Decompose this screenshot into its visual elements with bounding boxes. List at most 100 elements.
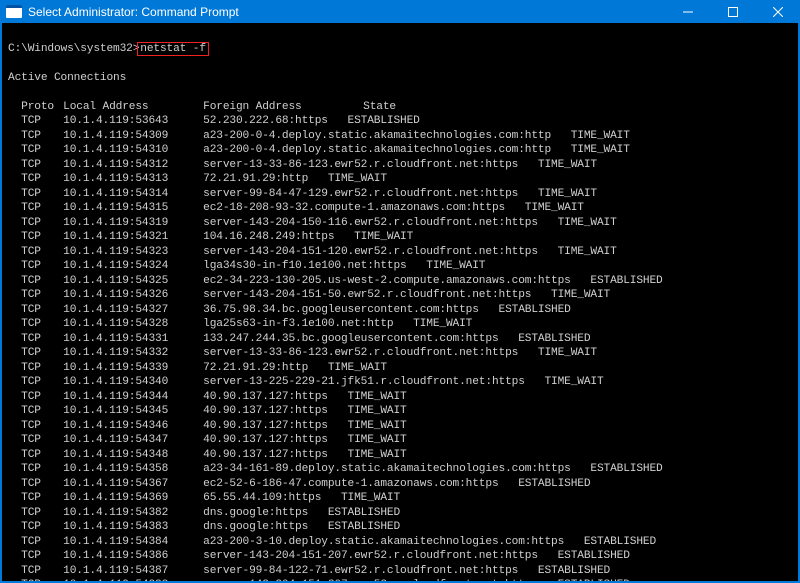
cell-local: 10.1.4.119:54327: [63, 303, 203, 318]
cell-proto: TCP: [21, 520, 63, 535]
prompt: C:\Windows\system32>: [8, 43, 139, 55]
cell-foreign-state: 40.90.137.127:https TIME_WAIT: [203, 448, 406, 463]
cell-local: 10.1.4.119:54344: [63, 390, 203, 405]
cell-local: 10.1.4.119:54319: [63, 216, 203, 231]
cell-foreign-state: server-143-204-151-50.ewr52.r.cloudfront…: [203, 288, 610, 303]
cell-proto: TCP: [21, 114, 63, 129]
connection-row: TCP10.1.4.119:54328lga25s63-in-f3.1e100.…: [8, 317, 792, 332]
cell-foreign-state: 72.21.91.29:http TIME_WAIT: [203, 172, 387, 187]
cell-proto: TCP: [21, 433, 63, 448]
terminal-line: Active Connections: [8, 71, 792, 86]
connection-row: TCP10.1.4.119:54388server-143-204-151-20…: [8, 578, 792, 583]
cell-foreign-state: 40.90.137.127:https TIME_WAIT: [203, 419, 406, 434]
cell-local: 10.1.4.119:54369: [63, 491, 203, 506]
cell-local: 10.1.4.119:54384: [63, 535, 203, 550]
cell-local: 10.1.4.119:54315: [63, 201, 203, 216]
connection-row: TCP10.1.4.119:54319server-143-204-150-11…: [8, 216, 792, 231]
connection-row: TCP10.1.4.119:54358a23-34-161-89.deploy.…: [8, 462, 792, 477]
cell-foreign-state: 104.16.248.249:https TIME_WAIT: [203, 230, 413, 245]
terminal-output[interactable]: C:\Windows\system32>netstat -f Active Co…: [0, 23, 800, 583]
section-header: Active Connections: [8, 72, 126, 84]
cell-proto: TCP: [21, 129, 63, 144]
cell-local: 10.1.4.119:54339: [63, 361, 203, 376]
command-prompt-window: Select Administrator: Command Prompt C:\…: [0, 0, 800, 583]
cell-proto: TCP: [21, 506, 63, 521]
cell-local: 10.1.4.119:54340: [63, 375, 203, 390]
cell-foreign-state: a23-200-0-4.deploy.static.akamaitechnolo…: [203, 143, 630, 158]
connection-row: TCP10.1.4.119:54386server-143-204-151-20…: [8, 549, 792, 564]
connection-row: TCP10.1.4.119:5434540.90.137.127:https T…: [8, 404, 792, 419]
cell-local: 10.1.4.119:54347: [63, 433, 203, 448]
cell-foreign-state: lga34s30-in-f10.1e100.net:https TIME_WAI…: [203, 259, 485, 274]
connection-row: TCP10.1.4.119:5434740.90.137.127:https T…: [8, 433, 792, 448]
cell-proto: TCP: [21, 274, 63, 289]
cell-local: 10.1.4.119:54323: [63, 245, 203, 260]
cell-proto: TCP: [21, 172, 63, 187]
cell-proto: TCP: [21, 491, 63, 506]
window-title: Select Administrator: Command Prompt: [28, 5, 239, 19]
connection-row: TCP10.1.4.119:54326server-143-204-151-50…: [8, 288, 792, 303]
terminal-line: C:\Windows\system32>netstat -f: [8, 42, 792, 57]
cell-foreign-state: 36.75.98.34.bc.googleusercontent.com:htt…: [203, 303, 571, 318]
cell-local: 10.1.4.119:54386: [63, 549, 203, 564]
cell-foreign-state: a23-34-161-89.deploy.static.akamaitechno…: [203, 462, 662, 477]
cell-local: 10.1.4.119:54387: [63, 564, 203, 579]
cell-proto: TCP: [21, 245, 63, 260]
connection-row: TCP10.1.4.119:54325ec2-34-223-130-205.us…: [8, 274, 792, 289]
cell-foreign-state: a23-200-0-4.deploy.static.akamaitechnolo…: [203, 129, 630, 144]
connection-row: TCP10.1.4.119:54332server-13-33-86-123.e…: [8, 346, 792, 361]
cell-proto: TCP: [21, 578, 63, 583]
cell-proto: TCP: [21, 404, 63, 419]
cell-foreign-state: server-13-33-86-123.ewr52.r.cloudfront.n…: [203, 158, 597, 173]
cell-local: 10.1.4.119:54313: [63, 172, 203, 187]
cell-local: 10.1.4.119:54309: [63, 129, 203, 144]
cell-local: 10.1.4.119:54331: [63, 332, 203, 347]
close-button[interactable]: [755, 0, 800, 23]
cell-foreign-state: server-99-84-122-71.ewr52.r.cloudfront.n…: [203, 564, 610, 579]
connection-row: TCP10.1.4.119:5436965.55.44.109:https TI…: [8, 491, 792, 506]
col-header-proto: Proto: [21, 100, 63, 115]
cell-foreign-state: server-143-204-151-120.ewr52.r.cloudfron…: [203, 245, 617, 260]
cell-local: 10.1.4.119:54314: [63, 187, 203, 202]
cell-local: 10.1.4.119:54383: [63, 520, 203, 535]
col-header-foreign: Foreign Address: [203, 100, 363, 115]
cell-proto: TCP: [21, 303, 63, 318]
connection-row: TCP10.1.4.119:5434840.90.137.127:https T…: [8, 448, 792, 463]
cell-proto: TCP: [21, 317, 63, 332]
cell-local: 10.1.4.119:54382: [63, 506, 203, 521]
cell-proto: TCP: [21, 549, 63, 564]
maximize-button[interactable]: [710, 0, 755, 23]
connection-row: TCP10.1.4.119:54340server-13-225-229-21.…: [8, 375, 792, 390]
cell-proto: TCP: [21, 375, 63, 390]
col-header-local: Local Address: [63, 100, 203, 115]
connection-row: TCP10.1.4.119:5431372.21.91.29:http TIME…: [8, 172, 792, 187]
cell-local: 10.1.4.119:54388: [63, 578, 203, 583]
cell-local: 10.1.4.119:54321: [63, 230, 203, 245]
cmd-icon: [6, 5, 22, 18]
cell-proto: TCP: [21, 477, 63, 492]
cell-proto: TCP: [21, 216, 63, 231]
connection-row: TCP10.1.4.119:54383dns.google:https ESTA…: [8, 520, 792, 535]
terminal-line: ProtoLocal AddressForeign AddressState: [8, 100, 792, 115]
cell-foreign-state: server-143-204-150-116.ewr52.r.cloudfron…: [203, 216, 617, 231]
cell-foreign-state: server-143-204-151-207.ewr52.r.cloudfron…: [203, 578, 630, 583]
connection-row: TCP10.1.4.119:5433972.21.91.29:http TIME…: [8, 361, 792, 376]
cell-local: 10.1.4.119:54345: [63, 404, 203, 419]
connection-row: TCP10.1.4.119:54387server-99-84-122-71.e…: [8, 564, 792, 579]
connection-row: TCP10.1.4.119:54367ec2-52-6-186-47.compu…: [8, 477, 792, 492]
cell-local: 10.1.4.119:54358: [63, 462, 203, 477]
minimize-button[interactable]: [665, 0, 710, 23]
cell-proto: TCP: [21, 259, 63, 274]
cell-proto: TCP: [21, 419, 63, 434]
terminal-line: [8, 56, 792, 71]
cell-proto: TCP: [21, 230, 63, 245]
titlebar[interactable]: Select Administrator: Command Prompt: [0, 0, 800, 23]
connection-row: TCP10.1.4.119:5364352.230.222.68:https E…: [8, 114, 792, 129]
connection-row: TCP10.1.4.119:54331133.247.244.35.bc.goo…: [8, 332, 792, 347]
connection-row: TCP10.1.4.119:54309a23-200-0-4.deploy.st…: [8, 129, 792, 144]
connection-row: TCP10.1.4.119:54323server-143-204-151-12…: [8, 245, 792, 260]
cell-foreign-state: server-143-204-151-207.ewr52.r.cloudfron…: [203, 549, 630, 564]
cell-proto: TCP: [21, 288, 63, 303]
cell-foreign-state: 65.55.44.109:https TIME_WAIT: [203, 491, 400, 506]
cell-proto: TCP: [21, 564, 63, 579]
